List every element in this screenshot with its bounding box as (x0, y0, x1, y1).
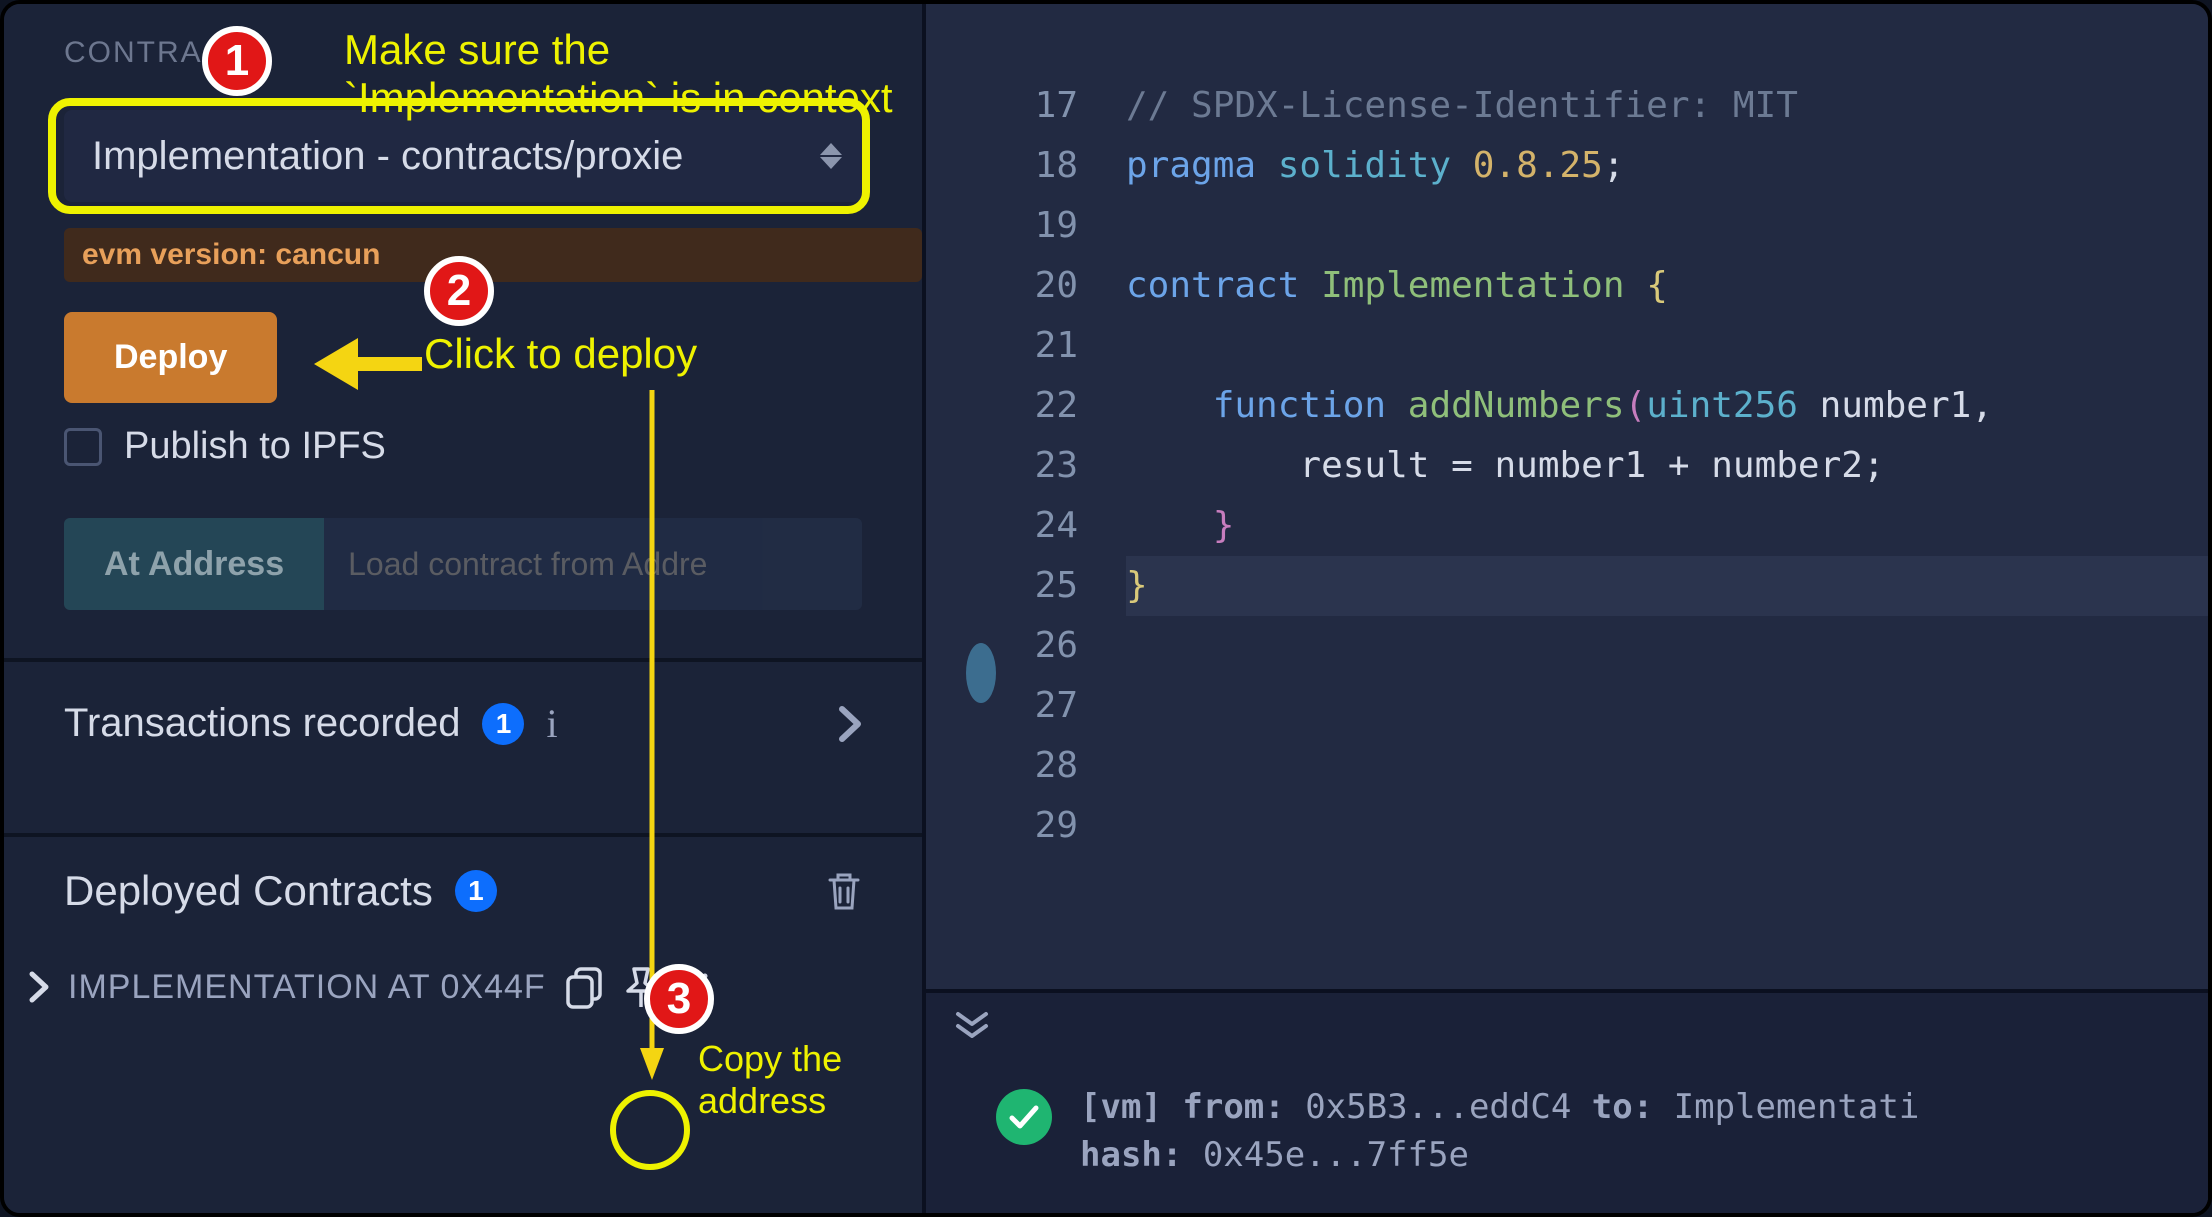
deploy-button[interactable]: Deploy (64, 312, 277, 403)
code-line[interactable]: pragma solidity 0.8.25; (1126, 136, 2208, 196)
code-area[interactable]: // SPDX-License-Identifier: MITpragma so… (1126, 76, 2208, 989)
line-number: 17 (926, 76, 1096, 136)
code-line[interactable] (1126, 316, 2208, 376)
line-number: 28 (926, 736, 1096, 796)
line-number: 20 (926, 256, 1096, 316)
publish-ipfs-label: Publish to IPFS (124, 425, 386, 468)
copy-icon[interactable] (564, 965, 604, 1009)
deployed-label: Deployed Contracts (64, 867, 433, 915)
code-line[interactable]: contract Implementation { (1126, 256, 2208, 316)
code-line[interactable] (1126, 616, 2208, 676)
publish-ipfs-checkbox[interactable] (64, 428, 102, 466)
code-line[interactable]: function addNumbers(uint256 number1, (1126, 376, 2208, 436)
code-line[interactable] (1126, 196, 2208, 256)
deploy-panel: CONTRA Implementation - contracts/proxie… (4, 4, 922, 1213)
close-icon[interactable] (678, 971, 710, 1003)
contract-section-label: CONTRA (4, 4, 922, 92)
annotation-circle-copy (610, 1090, 690, 1170)
line-number: 21 (926, 316, 1096, 376)
evm-version-badge: evm version: cancun (64, 228, 922, 282)
terminal-text: [vm] from: 0x5B3...eddC4 to: Implementat… (1080, 1083, 1919, 1179)
line-number: 23 (926, 436, 1096, 496)
code-line[interactable] (1126, 796, 2208, 856)
terminal-output[interactable]: [vm] from: 0x5B3...eddC4 to: Implementat… (926, 1055, 2208, 1213)
success-check-icon (996, 1089, 1052, 1145)
line-number: 25 (926, 556, 1096, 616)
contract-select[interactable]: Implementation - contracts/proxie (64, 110, 862, 202)
code-line[interactable]: } (1126, 496, 2208, 556)
info-icon[interactable]: i (546, 700, 557, 747)
select-sort-icon (820, 143, 842, 169)
remix-ide: CONTRA Implementation - contracts/proxie… (0, 0, 2212, 1217)
chevron-double-down-icon (954, 1010, 990, 1038)
transactions-recorded-row[interactable]: Transactions recorded 1 i (4, 662, 922, 785)
chevron-right-icon[interactable] (28, 970, 50, 1004)
chevron-right-icon[interactable] (838, 705, 862, 743)
code-line[interactable]: result = number1 + number2; (1126, 436, 2208, 496)
line-number: 26 (926, 616, 1096, 676)
line-number: 22 (926, 376, 1096, 436)
breakpoint-dot[interactable] (966, 643, 996, 703)
deployed-count-badge: 1 (455, 870, 497, 912)
transactions-label: Transactions recorded (64, 701, 460, 746)
code-line[interactable]: // SPDX-License-Identifier: MIT (1126, 76, 2208, 136)
line-gutter: 17181920212223242526272829 (926, 76, 1126, 989)
contract-select-value: Implementation - contracts/proxie (92, 134, 683, 179)
at-address-button[interactable]: At Address (64, 518, 324, 610)
editor-panel: 17181920212223242526272829 // SPDX-Licen… (922, 4, 2208, 1213)
terminal-collapse-handle[interactable] (926, 993, 2208, 1055)
trash-icon[interactable] (826, 870, 862, 912)
at-address-input[interactable] (324, 518, 862, 610)
code-editor[interactable]: 17181920212223242526272829 // SPDX-Licen… (926, 4, 2208, 989)
transactions-count-badge: 1 (482, 703, 524, 745)
pin-icon[interactable] (622, 965, 660, 1009)
code-line[interactable] (1126, 676, 2208, 736)
line-number: 24 (926, 496, 1096, 556)
line-number: 19 (926, 196, 1096, 256)
code-line[interactable] (1126, 736, 2208, 796)
line-number: 18 (926, 136, 1096, 196)
line-number: 27 (926, 676, 1096, 736)
contract-instance-row[interactable]: IMPLEMENTATION AT 0X44F (4, 925, 922, 1049)
deployed-contracts-row: Deployed Contracts 1 (4, 837, 922, 925)
instance-label: IMPLEMENTATION AT 0X44F (68, 968, 546, 1007)
annotation-step-3-text: Copy the address (698, 1038, 922, 1122)
line-number: 29 (926, 796, 1096, 856)
